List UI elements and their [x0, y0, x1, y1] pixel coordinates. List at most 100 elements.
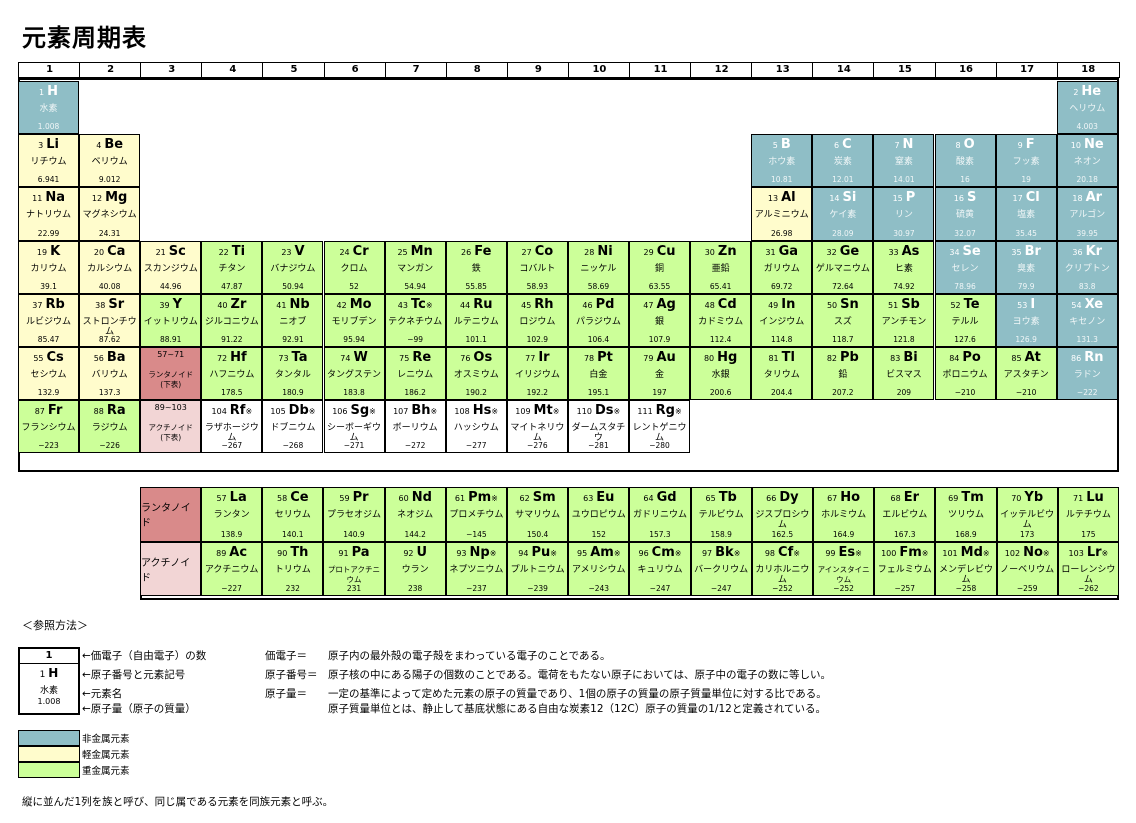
element-name: テルビウム: [698, 510, 744, 520]
atomic-mass: 200.6: [709, 388, 732, 398]
element-header: 110 Ds※: [569, 403, 628, 418]
element-name: メンデレビウム: [938, 564, 993, 585]
atomic-number: 3: [38, 141, 44, 151]
atomic-number: 62: [519, 494, 530, 503]
synthetic-mark: ※: [982, 548, 990, 558]
atomic-number: 81: [768, 354, 779, 363]
element-name: 鉄: [471, 263, 481, 274]
element-symbol: Po: [962, 350, 981, 365]
element-cell: 54 Xe キセノン 131.3: [1056, 293, 1118, 347]
element-symbol: No: [1023, 544, 1043, 560]
element-cell: 21 Sc スカンジウム 44.96: [140, 240, 202, 294]
key-mass: 1.008: [37, 697, 61, 706]
element-symbol: Tc: [410, 296, 426, 312]
element-cell: 34 Se セレン 78.96: [934, 240, 996, 294]
element-name: 水銀: [711, 370, 730, 380]
element-name: ビスマス: [886, 370, 922, 380]
element-name: ガドリニウム: [632, 510, 687, 520]
atomic-number: 7: [894, 141, 900, 151]
element-cell: 65 Tb テルビウム 158.9: [690, 487, 752, 542]
element-name: ヘリウム: [1069, 104, 1106, 114]
element-symbol: Xe: [1084, 296, 1104, 312]
atomic-mass: 19: [1021, 175, 1031, 185]
atomic-number: 55: [33, 354, 44, 363]
element-header: 73 Ta: [263, 350, 322, 365]
element-name: イットリウム: [143, 316, 198, 327]
element-cell: 99 Es※ アインスタイニウム −252: [813, 541, 875, 596]
element-name: 亜鉛: [711, 263, 730, 274]
element-cell: 6 C 炭素 12.01: [812, 134, 874, 188]
element-name: セレン: [951, 263, 979, 274]
element-cell: 110 Ds※ ダームスタチウ −281: [567, 400, 629, 454]
element-name: ランタノイド (下表): [148, 370, 194, 389]
element-cell: 38 Sr ストロンチウム 87.62: [79, 293, 141, 347]
element-name: バナジウム: [270, 263, 316, 274]
element-cell: 84 Po ポロニウム −210: [934, 347, 996, 401]
element-header: 10 Ne: [1058, 137, 1117, 152]
synthetic-mark: ※: [1101, 548, 1109, 558]
legend-swatch-nonmetal: [18, 730, 80, 746]
element-cell: 87 Fr フランシウム −223: [18, 400, 80, 454]
definition-term: 原子番号＝: [265, 669, 318, 681]
group-header-cell: 16: [934, 62, 997, 78]
element-name: マンガン: [397, 263, 434, 274]
element-symbol: Ag: [656, 296, 676, 312]
element-name: テクネチウム: [388, 316, 443, 327]
element-symbol: Ni: [597, 243, 613, 259]
element-header: 53 I: [997, 297, 1056, 312]
element-cell: 4 Be ベリウム 9.012: [79, 134, 141, 188]
atomic-number: 32: [826, 247, 837, 257]
element-symbol: Rn: [1084, 350, 1104, 365]
atomic-number: 38: [95, 300, 106, 310]
periodic-table-main: 1 H 水素 1.008 2 He ヘリウム 4.003 3 Li リチウム 6.941 4 Be ベリウム…: [18, 78, 1119, 472]
atomic-number: 1: [39, 88, 45, 97]
atomic-number: 97: [701, 548, 713, 558]
atomic-mass: 63.55: [648, 281, 671, 291]
synthetic-mark: ※: [430, 407, 438, 417]
definition-text: 原子内の最外殻の電子殻をまわっている電子のことである。: [328, 650, 611, 662]
element-header: 97 Bk※: [692, 545, 751, 560]
element-symbol: Ta: [291, 350, 308, 365]
element-header: 101 Md※: [936, 545, 995, 560]
element-cell: 85 At アスタチン −210: [995, 347, 1057, 401]
atomic-number: 83: [890, 354, 901, 363]
atomic-number: 70: [1011, 494, 1022, 503]
element-name: カドミウム: [698, 316, 744, 327]
key-number-symbol: 1 H: [20, 666, 78, 680]
atomic-mass: 207.2: [832, 388, 854, 398]
element-symbol: Bk: [715, 544, 734, 560]
element-header: 83 Bi: [874, 350, 933, 365]
atomic-mass: 35.45: [1015, 228, 1037, 238]
element-cell: 36 Kr クリプトン 83.8: [1056, 240, 1118, 294]
atomic-mass: 121.8: [893, 334, 915, 344]
element-header: 9F: [997, 137, 1056, 152]
atomic-mass: 190.2: [465, 388, 487, 398]
element-name: ランタン: [213, 510, 250, 520]
key-symbol: H: [48, 666, 59, 680]
element-name: プロメチウム: [449, 510, 504, 520]
element-symbol: Sn: [840, 296, 859, 312]
element-header: 51 Sb: [874, 297, 933, 312]
element-cell: 50 Sn スズ 118.7: [812, 293, 874, 347]
atomic-number: 34: [949, 247, 960, 257]
element-header: 45 Rh: [508, 297, 567, 312]
atomic-mass: 107.9: [648, 334, 671, 344]
element-header: 25 Mn: [386, 244, 445, 259]
key-number: 1: [39, 670, 46, 680]
atomic-number: 5: [772, 141, 778, 151]
element-symbol: Ir: [538, 350, 550, 365]
element-header: 63 Eu: [569, 490, 628, 505]
element-header: 5B: [752, 137, 811, 152]
atomic-mass: 140.1: [282, 529, 304, 539]
element-symbol: Mn: [410, 243, 433, 259]
atomic-mass: −280: [649, 441, 670, 451]
atomic-mass: −281: [588, 441, 609, 451]
atomic-mass: −271: [343, 441, 365, 451]
element-cell: 73 Ta タンタル 180.9: [262, 347, 324, 401]
synthetic-mark: ※: [613, 548, 621, 558]
element-header: 95 Am※: [569, 545, 628, 560]
element-name: アルミニウム: [754, 210, 809, 221]
element-header: 29 Cu: [630, 244, 689, 259]
atomic-number: 18: [1072, 194, 1083, 204]
element-name: シーボーギウム: [327, 423, 382, 444]
